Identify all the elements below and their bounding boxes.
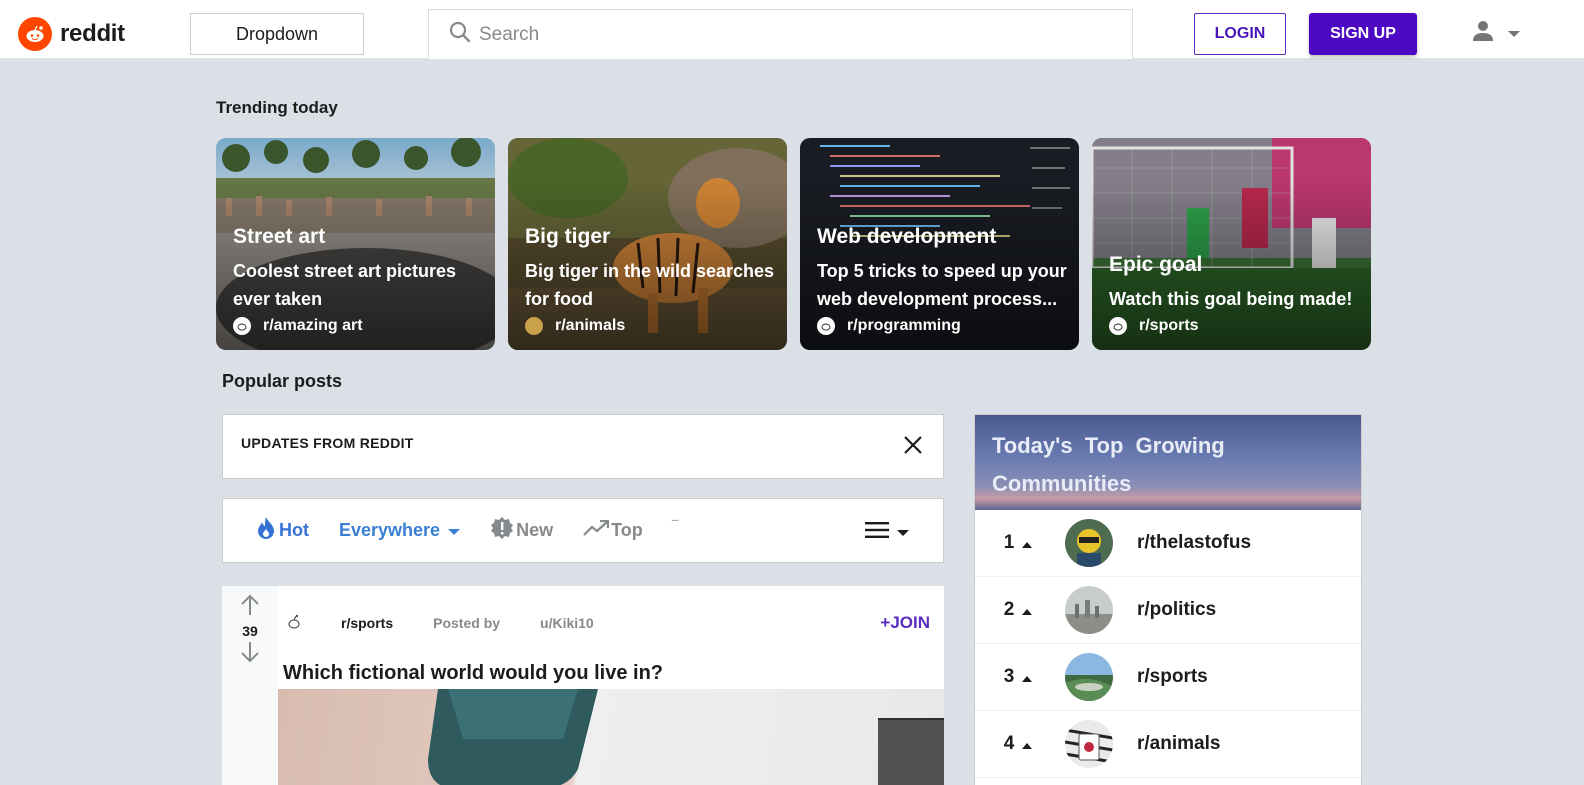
trending-title: Trending today xyxy=(216,98,338,117)
community-row[interactable]: 2 r/politics xyxy=(975,577,1361,644)
search-icon xyxy=(449,21,471,48)
card-title: Street art xyxy=(233,225,326,248)
login-button[interactable]: LOGIN xyxy=(1194,13,1286,55)
top-header: reddit Dropdown Search LOGIN SIGN UP xyxy=(0,0,1584,59)
post-author[interactable]: u/Kiki10 xyxy=(540,615,594,631)
location-label: Everywhere xyxy=(339,520,441,540)
community-avatar xyxy=(1065,653,1113,701)
caret-up-icon xyxy=(1022,666,1033,688)
view-toggle[interactable] xyxy=(865,521,909,544)
post-subreddit[interactable]: r/sports xyxy=(341,615,393,631)
post-card[interactable]: 39 r/sports Posted by u/Kiki10 +JOIN Whi… xyxy=(222,586,944,785)
sort-hot-label: Hot xyxy=(279,520,309,540)
card-description: Coolest street art pictures ever taken xyxy=(233,261,457,309)
caret-down-icon xyxy=(897,524,909,542)
feed-dropdown[interactable]: Dropdown xyxy=(190,13,364,55)
card-title: Epic goal xyxy=(1109,253,1203,276)
post-photo xyxy=(428,689,944,785)
upvote-icon[interactable] xyxy=(239,594,261,621)
menu-icon xyxy=(865,521,889,544)
trending-card[interactable]: Web development Top 5 tricks to speed up… xyxy=(800,138,1079,350)
popular-posts-title: Popular posts xyxy=(222,371,343,391)
trending-card[interactable]: Epic goal Watch this goal being made! r/… xyxy=(1092,138,1371,350)
vote-count: 39 xyxy=(242,623,258,639)
community-name[interactable]: r/politics xyxy=(1137,599,1216,621)
community-row[interactable]: 3 r/sports xyxy=(975,644,1361,711)
community-rank: 2 xyxy=(1003,599,1015,620)
location-dropdown[interactable]: Everywhere xyxy=(339,520,461,541)
community-name[interactable]: r/animals xyxy=(1137,733,1220,755)
card-subreddit[interactable]: r/amazing art xyxy=(263,317,363,335)
card-description: Big tiger in the wild searches for food xyxy=(525,261,775,309)
caret-up-icon xyxy=(1022,599,1033,621)
sort-top-label: Top xyxy=(611,520,643,540)
more-options-dash[interactable]: ‾ xyxy=(673,518,678,534)
community-avatar xyxy=(1065,720,1113,768)
card-title: Big tiger xyxy=(525,225,611,248)
community-name[interactable]: r/thelastofus xyxy=(1137,532,1251,554)
search-bar[interactable]: Search xyxy=(428,9,1133,59)
caret-up-icon xyxy=(1022,733,1033,755)
community-avatar xyxy=(1065,586,1113,634)
sort-top-button[interactable]: Top xyxy=(583,519,643,541)
signup-button[interactable]: SIGN UP xyxy=(1309,13,1417,55)
updates-banner: UPDATES FROM REDDIT xyxy=(222,414,944,479)
subreddit-avatar-icon xyxy=(525,317,543,335)
trending-card[interactable]: Street art Coolest street art pictures e… xyxy=(216,138,495,350)
card-description: Watch this goal being made! xyxy=(1109,289,1353,309)
sort-bar: Hot Everywhere New Top ‾ xyxy=(222,498,944,563)
trending-card[interactable]: Big tiger Big tiger in the wild searches… xyxy=(508,138,787,350)
posted-by-label: Posted by xyxy=(433,615,501,631)
card-subreddit[interactable]: r/sports xyxy=(1139,317,1199,335)
post-image[interactable] xyxy=(278,689,944,785)
new-badge-icon xyxy=(490,516,514,545)
post-title[interactable]: Which fictional world would you live in? xyxy=(283,662,663,685)
reddit-logo[interactable]: reddit xyxy=(18,17,125,51)
reddit-alien-icon xyxy=(1109,317,1127,335)
community-avatar xyxy=(1065,519,1113,567)
card-subreddit[interactable]: r/programming xyxy=(847,317,961,335)
trending-up-icon xyxy=(583,519,610,541)
communities-title: Today's Top Growing Communities xyxy=(992,433,1225,496)
card-subreddit[interactable]: r/animals xyxy=(555,317,625,335)
flame-icon xyxy=(255,516,277,545)
user-menu[interactable] xyxy=(1472,20,1520,47)
community-row[interactable]: 4 r/animals xyxy=(975,711,1361,778)
user-icon xyxy=(1472,20,1494,47)
search-input[interactable]: Search xyxy=(479,24,539,46)
close-icon[interactable] xyxy=(903,435,923,460)
community-rank: 1 xyxy=(1003,532,1015,553)
community-name[interactable]: r/sports xyxy=(1137,666,1208,688)
community-rank: 3 xyxy=(1003,666,1015,687)
community-rank: 4 xyxy=(1003,733,1015,754)
caret-up-icon xyxy=(1022,532,1033,554)
card-title: Web development xyxy=(817,225,997,248)
communities-header: Today's Top Growing Communities xyxy=(975,415,1361,510)
updates-title: UPDATES FROM REDDIT xyxy=(241,435,414,451)
sort-new-button[interactable]: New xyxy=(490,516,553,545)
caret-down-icon xyxy=(448,520,461,541)
logo-wordmark: reddit xyxy=(60,20,125,47)
sort-new-label: New xyxy=(516,520,554,540)
reddit-alien-icon xyxy=(233,317,251,335)
card-description: Top 5 tricks to speed up your web develo… xyxy=(817,261,1067,309)
reddit-alien-icon xyxy=(817,317,835,335)
top-communities-widget: Today's Top Growing Communities 1 r/thel… xyxy=(974,414,1362,785)
sort-hot-button[interactable]: Hot xyxy=(255,516,309,545)
post-meta: r/sports Posted by u/Kiki10 +JOIN xyxy=(287,613,930,633)
downvote-icon[interactable] xyxy=(239,641,261,668)
reddit-alien-icon xyxy=(287,614,301,633)
vote-column: 39 xyxy=(222,586,278,785)
caret-down-icon xyxy=(1508,25,1520,43)
reddit-alien-icon xyxy=(18,17,52,51)
community-row[interactable]: 1 r/thelastofus xyxy=(975,510,1361,577)
join-button[interactable]: +JOIN xyxy=(880,613,930,633)
